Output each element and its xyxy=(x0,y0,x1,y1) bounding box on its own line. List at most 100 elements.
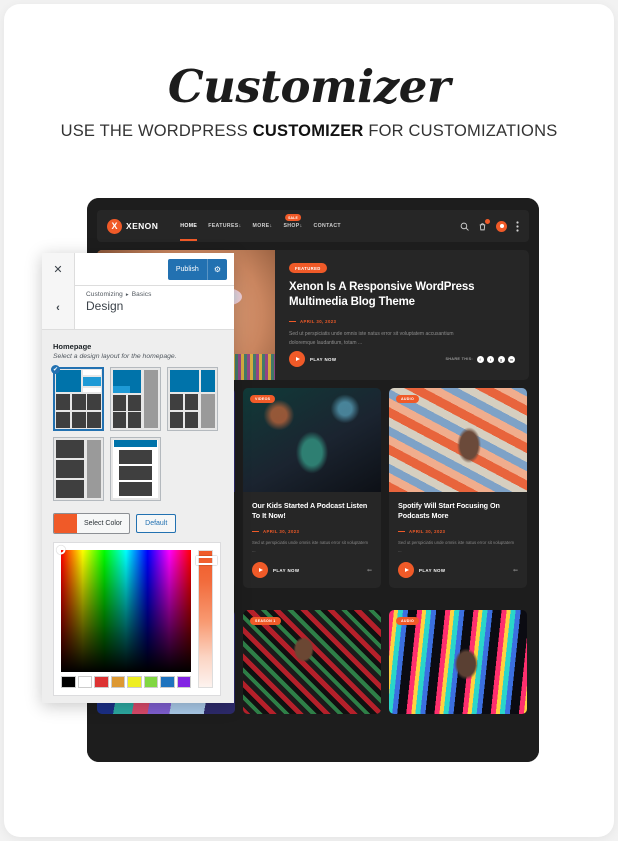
card-audio[interactable]: AUDIO Spotify Will Start Focusing On Pod… xyxy=(389,388,527,589)
card-date: APRIL 30, 2023 xyxy=(252,529,372,534)
card-footer: PLAY NOW ⇚ xyxy=(252,562,372,579)
nav-item-contact[interactable]: CONTACT xyxy=(314,223,341,229)
card-badge: AUDIO xyxy=(396,395,420,403)
card-title[interactable]: Our Kids Started A Podcast Listen To It … xyxy=(252,501,372,521)
nav-item-shop[interactable]: SALE SHOP↓ xyxy=(283,214,303,229)
breadcrumb-separator: ▸ xyxy=(125,292,129,298)
nav-item-features[interactable]: FEATURES↓ xyxy=(208,223,241,229)
share-icon[interactable]: ⇚ xyxy=(513,567,518,574)
color-preset-blue[interactable] xyxy=(160,676,175,688)
google-icon[interactable]: g xyxy=(497,355,505,363)
hue-handle[interactable] xyxy=(196,556,217,565)
layout-option-3[interactable] xyxy=(167,367,218,431)
play-icon xyxy=(398,562,414,579)
layout-options: ✔ xyxy=(51,365,223,501)
site-logo[interactable]: X XENON xyxy=(107,218,159,234)
breadcrumb-current[interactable]: Basics xyxy=(132,291,152,298)
color-preset-black[interactable] xyxy=(61,676,76,688)
play-label: PLAY NOW xyxy=(419,567,446,573)
nav-label: CONTACT xyxy=(313,223,341,229)
site-navbar: X XENON HOME FEATURES↓ MORE↓ SALE SHOP↓ C… xyxy=(97,210,529,242)
wp-customizer-panel: ✕ Publish ⚙ ‹ Customizing ▸ Basics Design … xyxy=(42,253,234,703)
default-color-button[interactable]: Default xyxy=(136,514,177,533)
control-description: Select a design layout for the homepage. xyxy=(53,353,177,360)
color-preset-orange[interactable] xyxy=(110,676,125,688)
card-body: Our Kids Started A Podcast Listen To It … xyxy=(243,492,381,588)
layout-option-4[interactable] xyxy=(53,437,104,501)
customizer-topbar: ✕ Publish ⚙ xyxy=(42,253,234,286)
cart-icon[interactable] xyxy=(478,218,490,231)
section-title: Design xyxy=(86,299,124,313)
nav-item-more[interactable]: MORE↓ xyxy=(253,223,273,229)
share-icon[interactable]: ⇚ xyxy=(367,567,372,574)
facebook-icon[interactable]: f xyxy=(476,355,484,363)
back-button[interactable]: ‹ xyxy=(42,286,75,329)
nav-label: HOME xyxy=(180,223,198,229)
play-icon xyxy=(289,351,305,367)
card-title[interactable]: Spotify Will Start Focusing On Podcasts … xyxy=(398,501,518,521)
select-color-button[interactable]: Select Color xyxy=(53,513,131,534)
search-icon[interactable] xyxy=(460,222,469,231)
card-image: AUDIO xyxy=(389,388,527,492)
more-vertical-icon[interactable] xyxy=(516,220,519,232)
hue-slider[interactable] xyxy=(198,550,213,688)
select-color-label: Select Color xyxy=(84,520,123,527)
user-icon[interactable] xyxy=(496,220,507,232)
saturation-map[interactable] xyxy=(56,545,191,672)
hero-title[interactable]: Xenon Is A Responsive WordPress Multimed… xyxy=(289,280,515,311)
hero-play-button[interactable]: PLAY NOW xyxy=(289,351,336,367)
nav-sale-badge: SALE xyxy=(285,214,301,221)
card-row3-2[interactable]: SEASON 1 xyxy=(243,610,381,714)
breadcrumb: Customizing ▸ Basics xyxy=(86,291,152,298)
saturation-column xyxy=(56,545,191,688)
card-excerpt: Sed ut perspiciatis unde omnis iste natu… xyxy=(252,540,369,553)
control-label: Homepage xyxy=(53,342,92,351)
close-icon[interactable]: ✕ xyxy=(42,253,75,286)
play-label: PLAY NOW xyxy=(310,356,337,362)
card-badge: SEASON 1 xyxy=(250,617,281,625)
chevron-down-icon: ↓ xyxy=(299,223,303,229)
color-preset-red[interactable] xyxy=(94,676,109,688)
color-preset-yellow[interactable] xyxy=(127,676,142,688)
card-videos[interactable]: VIDEOS Our Kids Started A Podcast Listen… xyxy=(243,388,381,589)
card-body: Spotify Will Start Focusing On Podcasts … xyxy=(389,492,527,588)
layout-option-2[interactable] xyxy=(110,367,161,431)
card-row3-3[interactable]: AUDIO xyxy=(389,610,527,714)
nav-item-home[interactable]: HOME xyxy=(180,223,198,241)
page-card: Customizer USE THE WORDPRESS CUSTOMIZER … xyxy=(4,4,614,837)
color-preset-purple[interactable] xyxy=(176,676,191,688)
breadcrumb-root[interactable]: Customizing xyxy=(86,291,123,298)
nav-label: SHOP xyxy=(283,223,300,229)
logo-mark-icon: X xyxy=(107,218,122,234)
publish-button[interactable]: Publish ⚙ xyxy=(167,258,227,280)
gear-icon[interactable]: ⚙ xyxy=(206,258,227,280)
card-badge: VIDEOS xyxy=(250,395,276,403)
color-preset-white[interactable] xyxy=(77,676,92,688)
hue-column xyxy=(196,550,217,688)
hero-share: SHARE THIS: f t g m xyxy=(445,355,515,363)
color-picker xyxy=(53,542,221,696)
twitter-icon[interactable]: t xyxy=(487,355,494,363)
color-presets xyxy=(61,676,191,688)
layout-option-1[interactable]: ✔ xyxy=(51,365,104,431)
logo-text: XENON xyxy=(126,221,159,231)
chevron-down-icon: ↓ xyxy=(269,223,273,229)
card-play-button[interactable]: PLAY NOW xyxy=(252,562,299,579)
page-subtitle: USE THE WORDPRESS CUSTOMIZER FOR CUSTOMI… xyxy=(4,122,614,141)
mail-icon[interactable]: m xyxy=(508,355,515,363)
nav-icons xyxy=(460,218,519,232)
hero-footer: PLAY NOW SHARE THIS: f t g m xyxy=(289,351,515,367)
play-icon xyxy=(252,562,268,579)
layout-option-5[interactable] xyxy=(110,437,161,501)
color-preset-green[interactable] xyxy=(143,676,158,688)
saturation-handle[interactable] xyxy=(56,545,66,555)
card-footer: PLAY NOW ⇚ xyxy=(398,562,518,579)
subtitle-bold: CUSTOMIZER xyxy=(252,122,364,140)
card-image: AUDIO xyxy=(389,610,527,714)
card-play-button[interactable]: PLAY NOW xyxy=(398,562,446,579)
selected-check-icon: ✔ xyxy=(51,365,60,374)
card-image: SEASON 1 xyxy=(243,610,381,714)
hero-excerpt: Sed ut perspiciatis unde omnis iste natu… xyxy=(289,330,454,346)
subtitle-post: FOR CUSTOMIZATIONS xyxy=(363,122,558,140)
publish-label: Publish xyxy=(175,265,199,273)
